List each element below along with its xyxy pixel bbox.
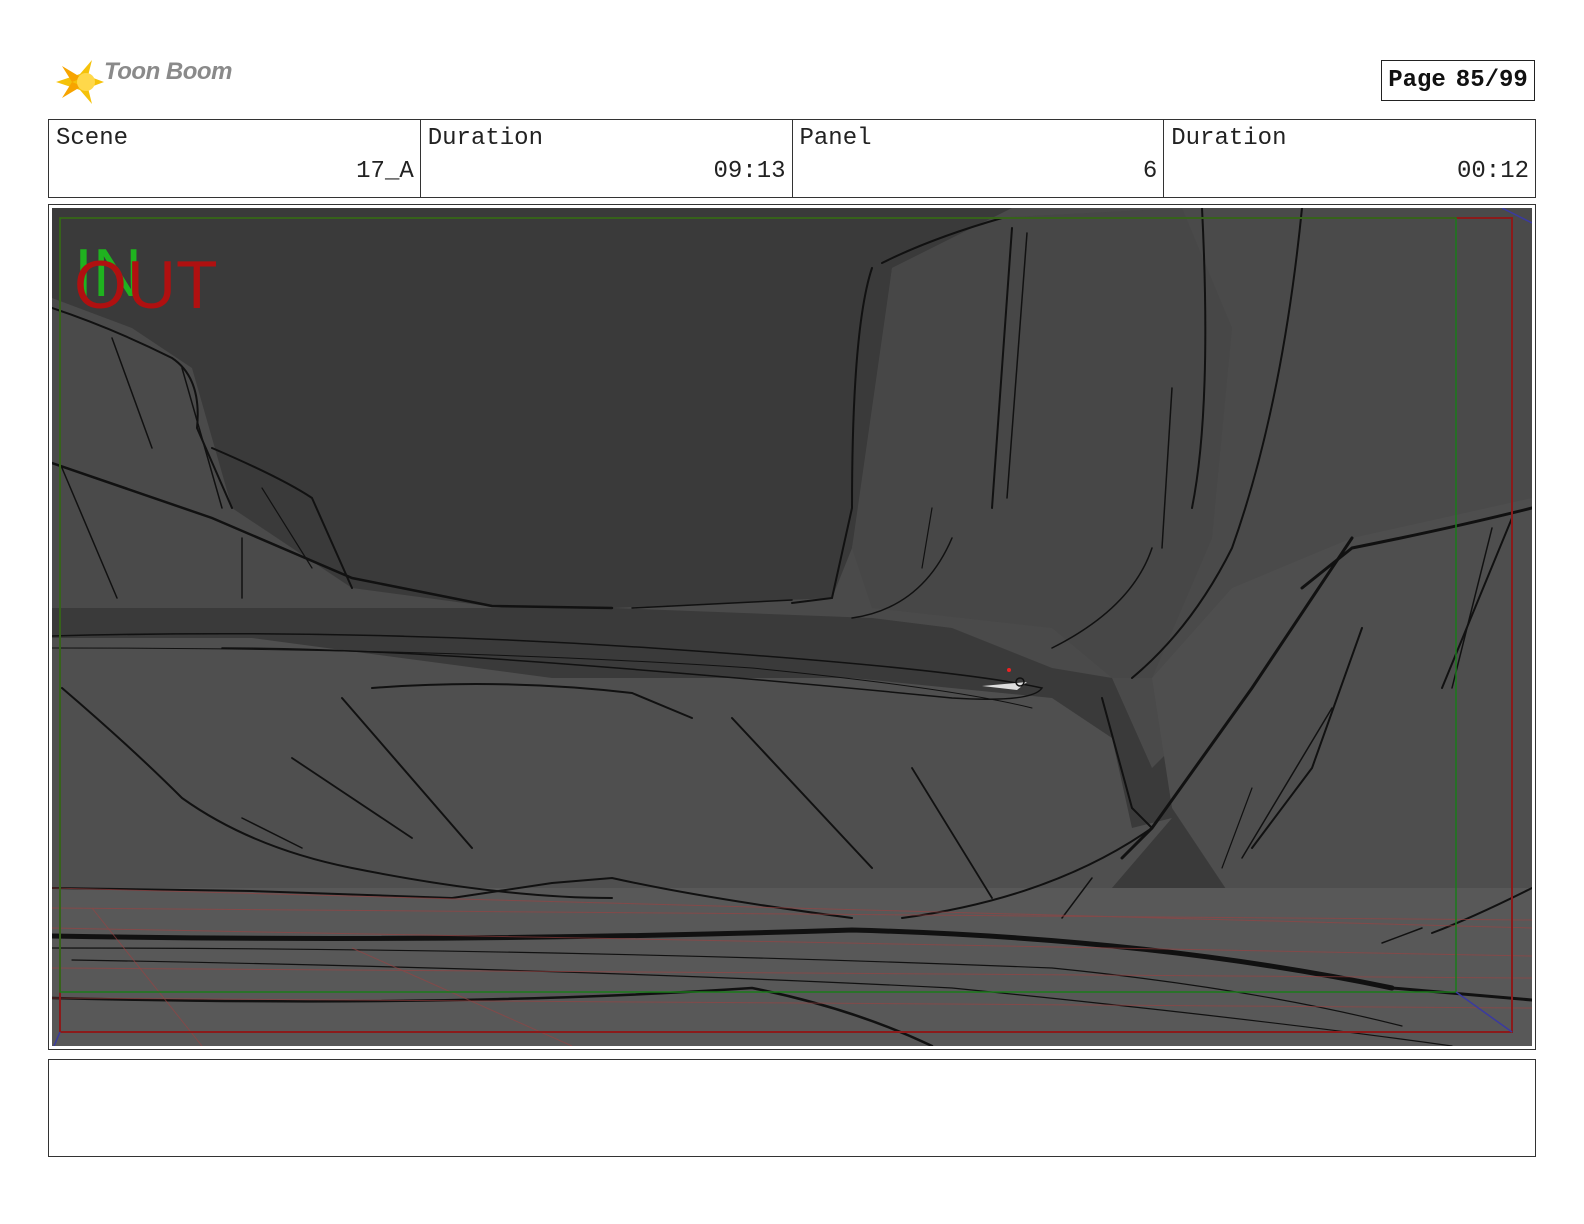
storyboard-panel-image: IN OUT bbox=[52, 208, 1532, 1046]
panel-duration-cell: Duration 00:12 bbox=[1164, 120, 1535, 197]
panel-info-table: Scene 17_A Duration 09:13 Panel 6 Durati… bbox=[48, 119, 1536, 198]
panel-duration-label: Duration bbox=[1171, 125, 1287, 152]
page-indicator: Page 85/99 bbox=[1381, 60, 1535, 101]
panel-cell: Panel 6 bbox=[793, 120, 1165, 197]
scene-cell: Scene 17_A bbox=[49, 120, 421, 197]
out-marker: OUT bbox=[74, 247, 218, 323]
page-number: 85/99 bbox=[1455, 67, 1528, 94]
scene-value: 17_A bbox=[356, 158, 414, 185]
scene-duration-cell: Duration 09:13 bbox=[421, 120, 793, 197]
scene-label: Scene bbox=[56, 125, 129, 152]
panel-duration-value: 00:12 bbox=[1456, 158, 1529, 185]
panel-label: Panel bbox=[799, 125, 872, 152]
page-label: Page bbox=[1388, 67, 1446, 94]
panel-notes-box bbox=[48, 1059, 1536, 1157]
panel-value: 6 bbox=[1142, 158, 1158, 185]
scene-duration-label: Duration bbox=[427, 125, 543, 152]
scene-duration-value: 09:13 bbox=[713, 158, 786, 185]
logo-text: Toon Boom bbox=[104, 58, 232, 85]
starburst-icon bbox=[56, 60, 104, 104]
canyon-sketch: IN OUT bbox=[52, 208, 1532, 1046]
toon-boom-logo: Toon Boom bbox=[52, 56, 252, 108]
